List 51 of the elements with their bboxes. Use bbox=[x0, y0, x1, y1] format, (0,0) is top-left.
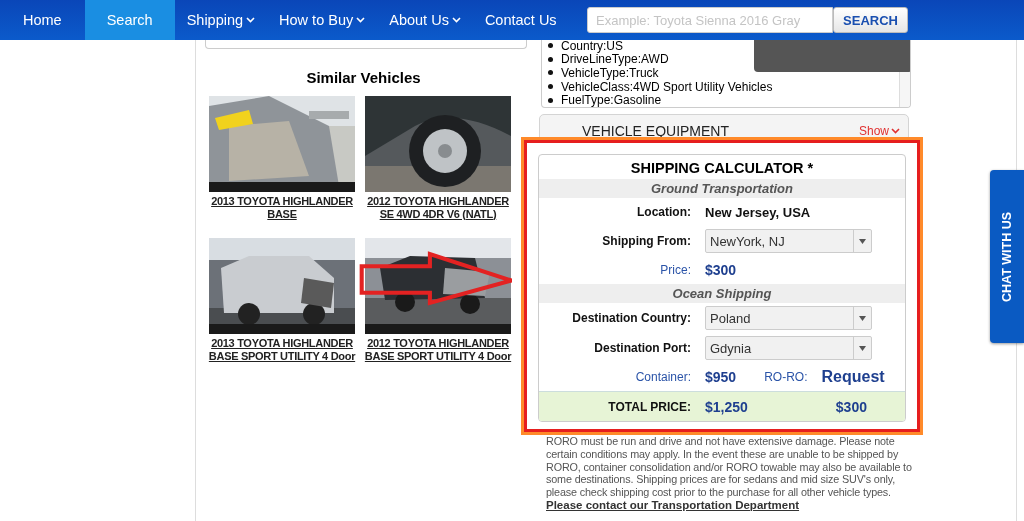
price-label: Price: bbox=[659, 263, 691, 277]
field-label: Shipping From: bbox=[601, 234, 691, 248]
caret-icon bbox=[891, 128, 900, 134]
spec-item: VehicleClass:4WD Sport Utility Vehicles bbox=[561, 79, 773, 94]
field-value: New Jersey, USA bbox=[705, 204, 812, 220]
field-label: Destination Port: bbox=[593, 341, 691, 355]
bullet-icon bbox=[548, 70, 553, 76]
dropdown-field[interactable]: NewYork, NJ bbox=[705, 229, 872, 253]
spec-item: DriveLineType:AWD bbox=[561, 52, 669, 67]
search-button[interactable]: SEARCH bbox=[833, 7, 908, 33]
price-label: Container: bbox=[634, 370, 691, 384]
field-label: Destination Country: bbox=[571, 311, 691, 325]
vehicle-link[interactable]: 2012 TOYOTA HIGHLANDER BASE SPORT UTILITY 4 Door bbox=[361, 337, 515, 362]
nav-link[interactable]: How to Buy bbox=[267, 0, 378, 40]
total-label: TOTAL PRICE: bbox=[607, 399, 691, 414]
nav-link[interactable]: Home bbox=[0, 0, 85, 40]
chat-button[interactable]: CHAT WITH US bbox=[990, 170, 1024, 343]
show-link[interactable]: Show bbox=[858, 124, 900, 138]
vehicle-link[interactable]: 2013 TOYOTA HIGHLANDER BASE SPORT UTILITY 4 Door bbox=[205, 337, 359, 362]
nav-link[interactable]: Shipping bbox=[174, 0, 268, 40]
section-title: Similar Vehicles bbox=[306, 69, 421, 86]
spec-item: Country:US bbox=[561, 40, 624, 53]
dropdown-field[interactable]: Poland bbox=[705, 306, 872, 330]
price-value: Request bbox=[821, 368, 885, 386]
calculator-title: SHIPPING CALCULATOR * bbox=[629, 159, 815, 178]
dropdown-field[interactable]: Gdynia bbox=[705, 336, 872, 360]
nav-link[interactable]: Contact Us bbox=[472, 0, 569, 40]
section-heading: Ocean Shipping bbox=[539, 284, 905, 303]
vehicle-link[interactable]: 2013 TOYOTA HIGHLANDER BASE bbox=[205, 195, 359, 220]
section-title: VEHICLE EQUIPMENT bbox=[582, 123, 730, 139]
field-label: Location: bbox=[636, 205, 691, 219]
bullet-icon bbox=[548, 56, 553, 62]
bullet-icon bbox=[548, 97, 553, 103]
total-value: $1,250 bbox=[705, 398, 748, 415]
caret-icon bbox=[859, 345, 866, 351]
section-heading: Ground Transportation bbox=[539, 179, 905, 198]
price-label: RO-RO: bbox=[764, 370, 808, 384]
search-field[interactable]: Example: Toyota Sienna 2016 Gray bbox=[587, 7, 833, 33]
spec-item: VehicleType:Truck bbox=[561, 66, 659, 80]
spec-item: FuelType:Gasoline bbox=[561, 93, 662, 107]
caret-icon bbox=[859, 238, 866, 244]
total-value: $300 bbox=[835, 398, 867, 415]
price-value: $300 bbox=[705, 262, 738, 278]
caret-icon bbox=[859, 315, 866, 321]
contact-link[interactable]: Please contact our Transportation Department bbox=[546, 499, 920, 511]
bullet-icon bbox=[548, 84, 553, 90]
bullet-icon bbox=[548, 43, 553, 49]
vehicle-link[interactable]: 2012 TOYOTA HIGHLANDER SE 4WD 4DR V6 (NATL) bbox=[361, 195, 515, 220]
nav-link[interactable]: About Us bbox=[377, 0, 473, 40]
price-value: $950 bbox=[705, 369, 737, 385]
disclaimer-text: RORO must be run and drive and not have extensive damage. Please note certain conditions may apply. In the event these are unable to be shipped by RORO, container consolidation and/or RORO towable may also be available to some destinations. Shipping prices are for sedans and mid size SUV's only, please check shipping cost prior to the purchase for all other vehicle types. bbox=[546, 435, 913, 499]
